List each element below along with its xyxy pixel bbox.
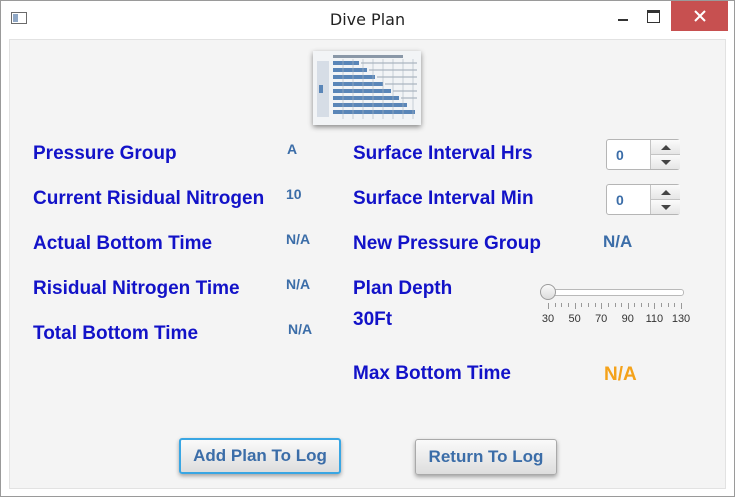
surface-interval-min-label: Surface Interval Min (353, 188, 534, 209)
slider-tick (561, 303, 563, 307)
slider-tick (581, 303, 583, 307)
slider-tick (641, 303, 643, 307)
slider-tick (607, 303, 609, 307)
slider-tick-label: 70 (595, 313, 608, 325)
surface-interval-hrs-label: Surface Interval Hrs (353, 143, 533, 164)
surface-interval-hrs-spinner[interactable] (606, 139, 680, 170)
arrow-down-icon (660, 204, 671, 210)
return-to-log-button[interactable]: Return To Log (415, 439, 557, 475)
current-residual-nitrogen-label: Current Risidual Nitrogen (33, 188, 265, 209)
decrement-button[interactable] (650, 200, 680, 214)
slider-tick (681, 303, 682, 309)
pressure-group-label: Pressure Group (33, 143, 177, 164)
slider-tick (567, 303, 569, 307)
slider-tick (601, 303, 603, 309)
slider-tick (594, 303, 596, 307)
slider-tick (548, 303, 549, 309)
dive-table-image (313, 51, 421, 125)
slider-tick (574, 303, 576, 309)
close-icon (693, 10, 706, 22)
new-pressure-group-label: New Pressure Group (353, 233, 541, 254)
slider-tick (554, 303, 556, 307)
new-pressure-group-value: N/A (603, 232, 633, 251)
slider-tick (621, 303, 623, 307)
total-bottom-time-value: N/A (288, 321, 313, 337)
increment-button[interactable] (650, 185, 680, 200)
surface-interval-min-input[interactable] (607, 185, 649, 214)
residual-nitrogen-time-label: Risidual Nitrogen Time (33, 278, 240, 299)
slider-thumb[interactable] (540, 284, 556, 300)
max-bottom-time-label: Max Bottom Time (353, 363, 512, 384)
arrow-down-icon (660, 159, 671, 165)
slider-track[interactable] (546, 289, 684, 296)
plan-depth-slider[interactable]: 30 50 70 90 110 130 (540, 283, 690, 328)
max-bottom-time-value: N/A (604, 364, 637, 385)
slider-tick-label: 110 (645, 313, 664, 325)
increment-button[interactable] (650, 140, 680, 155)
arrow-up-icon (660, 189, 671, 195)
slider-tick (614, 303, 616, 307)
slider-tick (674, 303, 676, 307)
surface-interval-min-spinner[interactable] (606, 184, 680, 215)
arrow-up-icon (660, 144, 671, 150)
title-bar[interactable]: Dive Plan (1, 1, 734, 37)
residual-nitrogen-time-value: N/A (286, 276, 311, 292)
slider-tick-label: 50 (568, 313, 581, 325)
total-bottom-time-label: Total Bottom Time (33, 323, 199, 344)
slider-tick (647, 303, 649, 307)
slider-tick (634, 303, 636, 307)
plan-depth-label: Plan Depth (353, 278, 453, 299)
slider-tick-label: 130 (671, 313, 691, 325)
slider-tick-label: 30 (541, 313, 555, 325)
slider-tick (627, 303, 629, 309)
maximize-button[interactable] (631, 1, 675, 31)
decrement-button[interactable] (650, 155, 680, 169)
actual-bottom-time-label: Actual Bottom Time (33, 233, 213, 254)
slider-tick (661, 303, 663, 307)
slider-tick (587, 303, 589, 307)
close-button[interactable] (671, 1, 728, 31)
slider-tick-label: 90 (621, 313, 634, 325)
minimize-icon (618, 19, 628, 21)
plan-depth-value: 30Ft (353, 309, 393, 330)
add-plan-to-log-button[interactable]: Add Plan To Log (179, 438, 341, 474)
slider-tick (654, 303, 656, 309)
actual-bottom-time-value: N/A (286, 231, 311, 247)
current-residual-nitrogen-value: 10 (286, 186, 302, 202)
pressure-group-value: A (287, 141, 298, 157)
surface-interval-hrs-input[interactable] (607, 140, 649, 169)
maximize-icon (646, 9, 660, 23)
slider-tick (667, 303, 669, 307)
